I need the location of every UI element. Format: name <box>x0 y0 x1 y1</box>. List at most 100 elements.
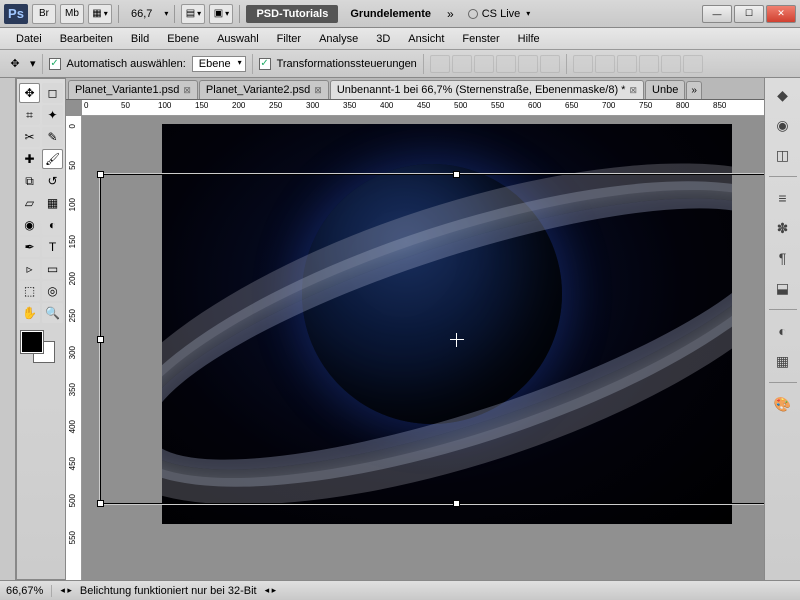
maximize-button[interactable]: ☐ <box>734 5 764 23</box>
status-nav[interactable]: ◂ ▸ <box>60 585 72 596</box>
status-zoom[interactable]: 66,67% <box>6 585 52 597</box>
transform-bounding-box[interactable] <box>100 174 764 504</box>
menu-fenster[interactable]: Fenster <box>454 30 507 48</box>
close-tab-icon[interactable]: ⊠ <box>629 85 637 96</box>
canvas-area[interactable] <box>82 116 764 580</box>
stamp-tool[interactable]: ⧉ <box>19 171 40 191</box>
status-nav2[interactable]: ◂ ▸ <box>265 585 277 596</box>
styles-panel-icon[interactable]: ⬓ <box>772 277 794 299</box>
vertical-ruler[interactable]: 050100150200250300350400450500550 <box>66 116 82 580</box>
hand-tool[interactable]: ✋ <box>19 303 40 323</box>
zoom-tool[interactable]: 🔍 <box>42 303 63 323</box>
eraser-tool[interactable]: ▱ <box>19 193 40 213</box>
view-extras-button[interactable]: ▦▾ <box>88 4 112 24</box>
dist-right[interactable] <box>683 55 703 73</box>
menu-ebene[interactable]: Ebene <box>159 30 207 48</box>
3d-tool[interactable]: ⬚ <box>19 281 40 301</box>
adjustments-panel-icon[interactable]: ≡ <box>772 187 794 209</box>
tab-more[interactable]: » <box>686 81 702 99</box>
screenmode-button[interactable]: ▣▾ <box>209 4 233 24</box>
auto-select-checkbox[interactable]: ✓ <box>49 58 61 70</box>
move-tool-icon[interactable]: ✥ <box>6 55 24 73</box>
move-tool[interactable]: ✥ <box>19 83 40 103</box>
tool-preset-dropdown[interactable]: ▾ <box>30 57 36 70</box>
wand-tool[interactable]: ✦ <box>42 105 63 125</box>
dodge-tool[interactable]: ◐ <box>42 215 63 235</box>
tab-unbenannt-1[interactable]: Unbenannt-1 bei 66,7% (Sternenstraße, Eb… <box>330 80 644 99</box>
foreground-color[interactable] <box>21 331 43 353</box>
options-bar: ✥▾ ✓ Automatisch auswählen: Ebene ✓ Tran… <box>0 50 800 78</box>
color-panel-icon[interactable]: 🎨 <box>772 393 794 415</box>
brush-tool[interactable]: 🖌 <box>42 149 63 169</box>
minibridge-button[interactable]: Mb <box>60 4 84 24</box>
workspace-psdtutorials[interactable]: PSD-Tutorials <box>246 5 338 23</box>
tab-planet-variante2[interactable]: Planet_Variante2.psd⊠ <box>199 80 329 99</box>
menu-analyse[interactable]: Analyse <box>311 30 366 48</box>
dist-vcenter[interactable] <box>595 55 615 73</box>
type-tool[interactable]: T <box>42 237 63 257</box>
menu-bild[interactable]: Bild <box>123 30 157 48</box>
horizontal-ruler[interactable]: 0501001502002503003504004505005506006507… <box>82 100 764 116</box>
3d-camera-tool[interactable]: ◎ <box>42 281 63 301</box>
transform-handle-nw[interactable] <box>97 171 104 178</box>
transform-handle-w[interactable] <box>97 336 104 343</box>
history-brush-tool[interactable]: ↺ <box>42 171 63 191</box>
layers-panel-icon[interactable]: ◆ <box>772 84 794 106</box>
align-top[interactable] <box>430 55 450 73</box>
menu-auswahl[interactable]: Auswahl <box>209 30 267 48</box>
dist-bottom[interactable] <box>617 55 637 73</box>
cslive-button[interactable]: CS Live▾ <box>462 8 537 20</box>
marquee-tool[interactable]: ◻ <box>42 83 63 103</box>
channels-panel-icon[interactable]: ◉ <box>772 114 794 136</box>
workspace-grundelemente[interactable]: Grundelemente <box>342 8 439 20</box>
crop-tool[interactable]: ✂ <box>19 127 40 147</box>
close-tab-icon[interactable]: ⊠ <box>183 85 191 96</box>
align-vcenter[interactable] <box>452 55 472 73</box>
path-select-tool[interactable]: ▹ <box>19 259 40 279</box>
character-panel-icon[interactable]: ✽ <box>772 217 794 239</box>
transform-handle-n[interactable] <box>453 171 460 178</box>
arrange-button[interactable]: ▤▾ <box>181 4 205 24</box>
dist-hcenter[interactable] <box>661 55 681 73</box>
dist-left[interactable] <box>639 55 659 73</box>
transform-center[interactable] <box>450 333 464 347</box>
toolbox: ✥◻ ⌗✦ ✂✎ ✚🖌 ⧉↺ ▱▦ ◉◐ ✒T ▹▭ ⬚◎ ✋🔍 <box>16 78 66 580</box>
menu-datei[interactable]: Datei <box>8 30 50 48</box>
pen-tool[interactable]: ✒ <box>19 237 40 257</box>
workspace-more-icon[interactable]: » <box>443 7 458 21</box>
shape-tool[interactable]: ▭ <box>42 259 63 279</box>
heal-tool[interactable]: ✚ <box>19 149 40 169</box>
transform-handle-sw[interactable] <box>97 500 104 507</box>
color-swatches[interactable] <box>19 331 59 367</box>
swatches-panel-icon[interactable]: ▦ <box>772 350 794 372</box>
paths-panel-icon[interactable]: ◫ <box>772 144 794 166</box>
tab-planet-variante1[interactable]: Planet_Variante1.psd⊠ <box>68 80 198 99</box>
paragraph-panel-icon[interactable]: ¶ <box>772 247 794 269</box>
align-bottom[interactable] <box>474 55 494 73</box>
dist-top[interactable] <box>573 55 593 73</box>
lasso-tool[interactable]: ⌗ <box>19 105 40 125</box>
bridge-button[interactable]: Br <box>32 4 56 24</box>
align-left[interactable] <box>496 55 516 73</box>
tab-overflow[interactable]: Unbe <box>645 80 685 99</box>
minimize-button[interactable]: — <box>702 5 732 23</box>
menu-bearbeiten[interactable]: Bearbeiten <box>52 30 121 48</box>
gradient-tool[interactable]: ▦ <box>42 193 63 213</box>
blur-tool[interactable]: ◉ <box>19 215 40 235</box>
menu-hilfe[interactable]: Hilfe <box>510 30 548 48</box>
menu-ansicht[interactable]: Ansicht <box>400 30 452 48</box>
auto-select-dropdown[interactable]: Ebene <box>192 56 246 72</box>
align-right[interactable] <box>540 55 560 73</box>
menu-3d[interactable]: 3D <box>368 30 398 48</box>
close-tab-icon[interactable]: ⊠ <box>314 85 322 96</box>
align-hcenter[interactable] <box>518 55 538 73</box>
menu-filter[interactable]: Filter <box>269 30 309 48</box>
bw-panel-icon[interactable]: ◐ <box>772 320 794 342</box>
close-button[interactable]: ✕ <box>766 5 796 23</box>
transform-handle-s[interactable] <box>453 500 460 507</box>
zoom-dropdown-icon[interactable]: ▾ <box>164 9 168 18</box>
eyedropper-tool[interactable]: ✎ <box>42 127 63 147</box>
zoom-value[interactable]: 66,7 <box>125 8 158 20</box>
right-panel-dock: ◆ ◉ ◫ ≡ ✽ ¶ ⬓ ◐ ▦ 🎨 <box>764 78 800 580</box>
transform-controls-checkbox[interactable]: ✓ <box>259 58 271 70</box>
